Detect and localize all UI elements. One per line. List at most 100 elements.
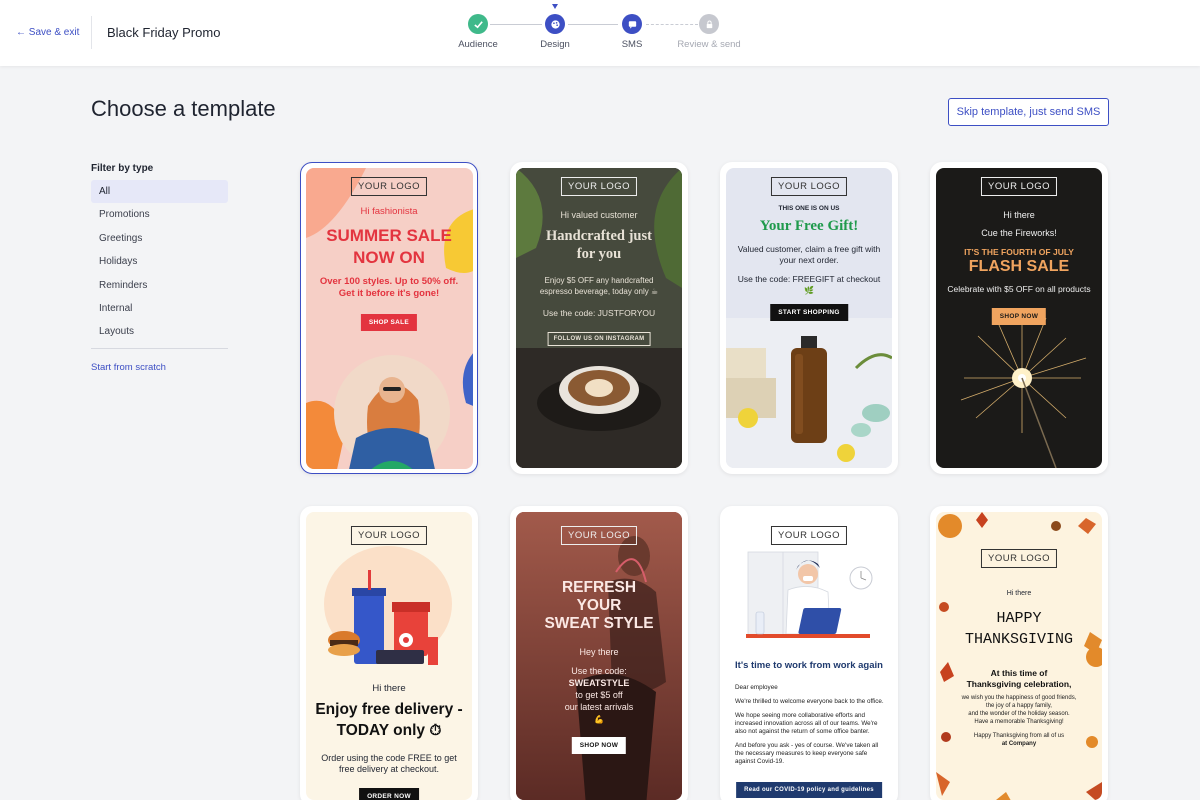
- template-card-sweat-style[interactable]: YOUR LOGO REFRESH YOUR SWEAT STYLE Hey t…: [510, 506, 688, 800]
- filter-item-all[interactable]: All: [91, 180, 228, 204]
- template-greeting: Hi valued customer: [560, 210, 638, 220]
- template-body: to get $5 off: [575, 690, 623, 700]
- template-headline: YOUR: [576, 597, 622, 614]
- logo-placeholder: YOUR LOGO: [980, 177, 1058, 196]
- logo-placeholder: YOUR LOGO: [350, 176, 428, 196]
- template-cta-button: SHOP NOW: [991, 308, 1047, 325]
- template-body: we wish you the happiness of good friend…: [961, 695, 1077, 701]
- filter-item-promotions[interactable]: Promotions: [91, 203, 228, 226]
- template-card-thanksgiving[interactable]: YOUR LOGO Hi there HAPPY THANKSGIVING At…: [930, 506, 1108, 800]
- template-headline: SUMMER SALE: [326, 225, 452, 245]
- skip-template-button[interactable]: Skip template, just send SMS: [948, 98, 1109, 126]
- save-exit-link[interactable]: ← Save & exit: [16, 27, 79, 38]
- template-body: Have a memorable Thanksgiving!: [974, 719, 1064, 725]
- template-cta-button: ORDER NOW: [359, 788, 419, 800]
- filter-heading: Filter by type: [91, 163, 154, 174]
- template-cta-button: SHOP NOW: [571, 737, 627, 754]
- template-subline: Cue the Fireworks!: [981, 228, 1057, 238]
- template-headline: HAPPY: [996, 610, 1042, 627]
- template-cta-button: FOLLOW US ON INSTAGRAM: [547, 332, 651, 346]
- step-audience[interactable]: Audience: [438, 14, 518, 50]
- template-body: We're thrilled to welcome everyone back …: [735, 698, 884, 705]
- template-card-free-gift[interactable]: YOUR LOGO THIS ONE IS ON US Your Free Gi…: [720, 162, 898, 474]
- template-body: Get it before it's gone!: [338, 287, 440, 299]
- template-headline: for you: [576, 246, 622, 262]
- logo-placeholder: YOUR LOGO: [560, 526, 638, 545]
- template-preview: YOUR LOGO REFRESH YOUR SWEAT STYLE Hey t…: [516, 512, 682, 800]
- template-subhead: At this time of: [990, 668, 1048, 678]
- step-label: Review & send: [677, 39, 741, 50]
- template-preview: YOUR LOGO Hi fashionista SUMMER SALE NOW…: [305, 167, 473, 469]
- header-divider: [91, 16, 92, 49]
- template-preview: YOUR LOGO THIS ONE IS ON US Your Free Gi…: [726, 168, 892, 468]
- flex-emoji-icon: 💪: [594, 715, 604, 724]
- template-body: We hope seeing more collaborative effort…: [735, 712, 878, 735]
- filter-item-reminders[interactable]: Reminders: [91, 274, 228, 297]
- template-body: your next order.: [779, 255, 839, 265]
- template-cta-button: Read our COVID-19 policy and guidelines: [736, 782, 882, 798]
- template-preview: YOUR LOGO Hi there HAPPY THANKSGIVING At…: [936, 512, 1102, 800]
- template-code: Use the code: JUSTFORYOU: [542, 308, 656, 318]
- template-headline: NOW ON: [353, 247, 425, 267]
- template-code: SWEATSTYLE: [568, 678, 630, 688]
- template-headline: Enjoy free delivery -: [315, 701, 463, 718]
- step-label: SMS: [621, 39, 643, 50]
- template-body: free delivery at checkout.: [338, 764, 440, 774]
- logo-placeholder: YOUR LOGO: [770, 526, 848, 545]
- template-greeting: Hi there: [1006, 590, 1032, 597]
- template-card-back-to-office[interactable]: YOUR LOGO It's time to work from work ag…: [720, 506, 898, 800]
- template-preview: YOUR LOGO It's time to work from work ag…: [726, 512, 892, 800]
- template-headline: FLASH SALE: [968, 258, 1070, 275]
- start-from-scratch-link[interactable]: Start from scratch: [91, 362, 166, 373]
- filter-item-internal[interactable]: Internal: [91, 297, 228, 320]
- step-label: Design: [540, 39, 570, 50]
- template-headline: REFRESH: [561, 579, 637, 596]
- template-kicker: IT'S THE FOURTH OF JULY: [964, 247, 1074, 257]
- template-body: And before you ask - yes of course. We'v…: [735, 742, 879, 765]
- template-code: Use the code: FREEGIFT at checkout: [737, 274, 881, 284]
- top-bar: ← Save & exit Black Friday Promo Audienc…: [0, 0, 1200, 66]
- template-preview: YOUR LOGO Hi there Cue the Fireworks! IT…: [936, 168, 1102, 468]
- template-body: Celebrate with $5 OFF on all products: [947, 284, 1091, 294]
- template-headline: Handcrafted just: [546, 228, 652, 244]
- template-body: Use the code:: [571, 666, 627, 676]
- template-headline: THANKSGIVING: [964, 631, 1074, 648]
- page-title: Choose a template: [91, 96, 276, 121]
- step-review-send: Review & send: [669, 14, 749, 50]
- campaign-title: Black Friday Promo: [107, 25, 221, 40]
- template-letter: Dear employee We're thrilled to welcome …: [735, 684, 884, 766]
- template-kicker: THIS ONE IS ON US: [778, 205, 840, 212]
- logo-placeholder: YOUR LOGO: [770, 177, 848, 196]
- template-greeting: Hey there: [579, 647, 619, 657]
- template-body: Valued customer, claim a free gift with: [737, 244, 881, 254]
- template-greeting: Hi there: [1003, 210, 1035, 220]
- template-preview: YOUR LOGO Hi there Enjoy free delivery -…: [306, 512, 472, 800]
- template-headline: SWEAT STYLE: [544, 615, 654, 632]
- template-card-handcrafted[interactable]: YOUR LOGO Hi valued customer Handcrafted…: [510, 162, 688, 474]
- template-card-free-delivery[interactable]: YOUR LOGO Hi there Enjoy free delivery -…: [300, 506, 478, 800]
- template-salutation: Dear employee: [735, 684, 778, 691]
- template-body: Enjoy $5 OFF any handcrafted: [544, 276, 654, 285]
- lock-icon: [699, 14, 719, 34]
- step-design[interactable]: Design: [515, 14, 595, 50]
- logo-placeholder: YOUR LOGO: [350, 526, 428, 545]
- template-body: our latest arrivals: [564, 702, 634, 712]
- template-body: and the wonder of the holiday season.: [968, 711, 1070, 717]
- filter-item-holidays[interactable]: Holidays: [91, 250, 228, 273]
- template-preview: YOUR LOGO Hi valued customer Handcrafted…: [516, 168, 682, 468]
- step-label: Audience: [458, 39, 498, 50]
- filter-divider: [91, 348, 228, 349]
- palette-icon: [545, 14, 565, 34]
- active-step-caret-icon: [552, 4, 558, 9]
- template-cta-button: START SHOPPING: [770, 304, 848, 321]
- template-greeting: Hi fashionista: [360, 205, 418, 217]
- template-card-flash-sale[interactable]: YOUR LOGO Hi there Cue the Fireworks! IT…: [930, 162, 1108, 474]
- step-sms[interactable]: SMS: [592, 14, 672, 50]
- filter-item-greetings[interactable]: Greetings: [91, 227, 228, 250]
- template-card-summer-sale[interactable]: YOUR LOGO Hi fashionista SUMMER SALE NOW…: [300, 162, 478, 474]
- check-icon: [468, 14, 488, 34]
- template-headline: It's time to work from work again: [735, 660, 883, 671]
- leaf-icon: 🌿: [804, 286, 814, 295]
- filter-item-layouts[interactable]: Layouts: [91, 320, 228, 343]
- template-headline: Your Free Gift!: [759, 218, 859, 234]
